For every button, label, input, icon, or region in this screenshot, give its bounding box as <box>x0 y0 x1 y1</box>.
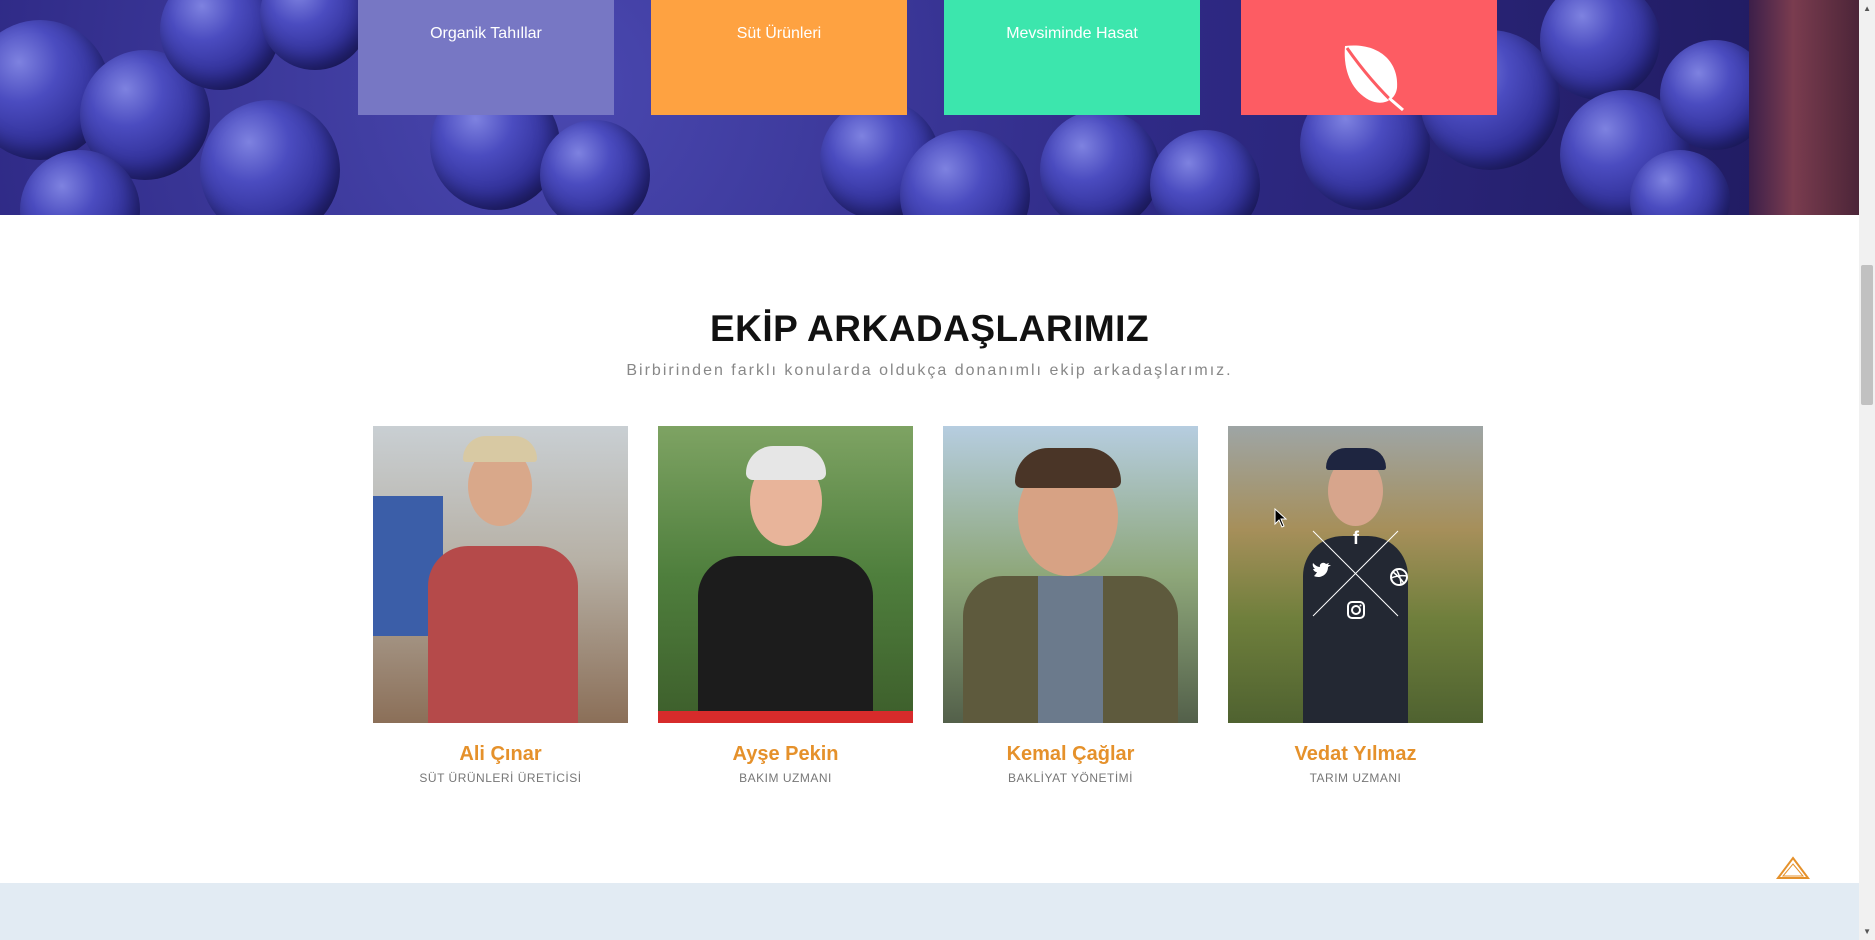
hero-background <box>0 0 1859 215</box>
member-role: TARIM UZMANI <box>1309 771 1402 785</box>
instagram-icon[interactable] <box>1347 601 1365 619</box>
feature-label: Süt Ürünleri <box>736 25 822 42</box>
feature-label: Organik Tahıllar <box>430 25 542 42</box>
team-member-card[interactable]: Ali Çınar SÜT ÜRÜNLERİ ÜRETİCİSİ <box>373 426 628 785</box>
facebook-icon[interactable]: f <box>1344 528 1368 549</box>
member-name: Kemal Çağlar <box>1006 743 1135 765</box>
mouse-cursor-icon <box>1274 508 1288 528</box>
member-photo: f <box>1228 426 1483 723</box>
back-to-top-icon[interactable] <box>1776 856 1810 880</box>
feature-box-leaf[interactable] <box>1241 0 1497 115</box>
team-member-card[interactable]: f Vedat Yılmaz TARIM UZMANI <box>1228 426 1483 785</box>
member-role: BAKLİYAT YÖNETİMİ <box>1008 771 1133 785</box>
feature-box-dairy[interactable]: Süt Ürünleri <box>651 0 907 115</box>
social-overlay <box>1312 530 1399 617</box>
dribbble-icon[interactable] <box>1389 567 1409 587</box>
scrollbar[interactable]: ▲ ▼ <box>1859 0 1875 940</box>
team-member-card[interactable]: Kemal Çağlar BAKLİYAT YÖNETİMİ <box>943 426 1198 785</box>
section-subtitle: Birbirinden farklı konularda oldukça don… <box>626 362 1233 379</box>
next-section-band <box>0 883 1859 940</box>
scroll-down-arrow-icon[interactable]: ▼ <box>1863 927 1871 936</box>
member-photo <box>943 426 1198 723</box>
feature-box-organic-grains[interactable]: Organik Tahıllar <box>358 0 614 115</box>
feature-label: Mevsiminde Hasat <box>1006 25 1138 42</box>
section-title: EKİP ARKADAŞLARIMIZ <box>709 308 1150 349</box>
member-name: Vedat Yılmaz <box>1294 743 1417 765</box>
scroll-up-arrow-icon[interactable]: ▲ <box>1863 4 1871 13</box>
member-role: BAKIM UZMANI <box>739 771 832 785</box>
scrollbar-thumb[interactable] <box>1861 265 1873 405</box>
member-name: Ali Çınar <box>459 743 542 765</box>
member-name: Ayşe Pekin <box>732 743 839 765</box>
feature-box-seasonal-harvest[interactable]: Mevsiminde Hasat <box>944 0 1200 115</box>
member-photo <box>658 426 913 723</box>
leaf-icon <box>1344 45 1404 112</box>
member-photo <box>373 426 628 723</box>
team-member-card[interactable]: Ayşe Pekin BAKIM UZMANI <box>658 426 913 785</box>
twitter-icon[interactable] <box>1312 562 1332 580</box>
member-role: SÜT ÜRÜNLERİ ÜRETİCİSİ <box>419 771 582 785</box>
